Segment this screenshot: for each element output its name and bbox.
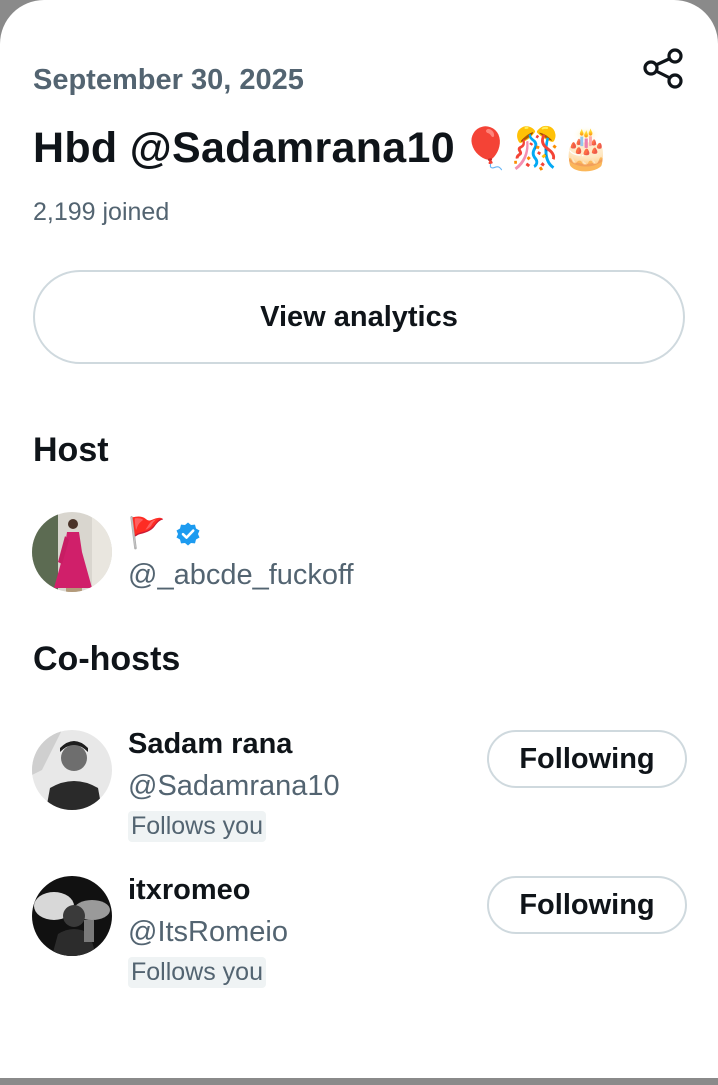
share-icon [643,48,683,89]
follows-you-badge: Follows you [128,811,266,842]
title-emojis: 🎈🎊🎂 [460,126,612,172]
space-date: September 30, 2025 [33,64,304,96]
host-section-title: Host [33,431,109,469]
verified-badge-icon [176,522,200,545]
cohost-handle: @ItsRomeio [128,916,288,948]
host-name-emoji: 🚩 [128,516,166,551]
cohost-avatar[interactable] [32,876,112,956]
cohost-handle: @Sadamrana10 [128,770,340,802]
host-avatar[interactable] [32,512,112,592]
bottom-edge [0,1078,718,1085]
joined-count: 2,199 joined [33,198,170,226]
space-details-sheet: September 30, 2025 Hbd @Sadamrana10 🎈🎊🎂 2… [0,0,718,1078]
share-button[interactable] [640,46,688,90]
space-title-text: Hbd @Sadamrana10 [33,124,455,172]
cohost-name: Sadam rana [128,728,293,760]
cohosts-section-title: Co-hosts [33,640,181,678]
cohost-avatar[interactable] [32,730,112,810]
host-display-name: 🚩 [128,516,201,551]
host-handle: @_abcde_fuckoff [128,559,354,591]
view-analytics-button[interactable]: View analytics [33,270,685,364]
following-button[interactable]: Following [487,730,687,788]
space-title: Hbd @Sadamrana10 🎈🎊🎂 [33,124,611,173]
follows-you-badge: Follows you [128,957,266,988]
following-button[interactable]: Following [487,876,687,934]
cohost-name: itxromeo [128,874,251,906]
